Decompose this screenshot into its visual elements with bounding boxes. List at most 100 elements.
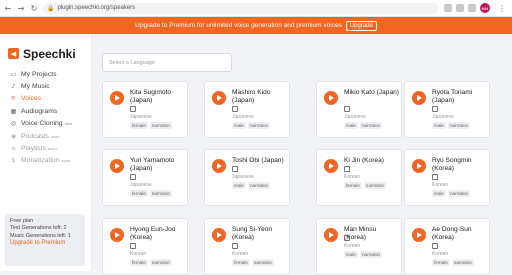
copy-icon[interactable] [432, 243, 438, 249]
play-button[interactable] [324, 228, 338, 242]
voice-language: Japanese [232, 174, 254, 180]
copy-icon[interactable] [232, 243, 238, 249]
play-button[interactable] [212, 228, 226, 242]
voice-tag: narration [149, 190, 172, 197]
voice-card[interactable]: Sung Si-Yeon (Korea) Korean female narratio… [204, 218, 290, 275]
upgrade-banner: Upgrade to Premium for unlimited voice g… [0, 17, 512, 34]
voice-card[interactable]: Kita Sugimoto (Japan) Japanese female narra… [102, 81, 188, 138]
address-bar[interactable]: 🔒 plugin.speechki.org/speakers [43, 2, 438, 14]
play-button[interactable] [110, 228, 124, 242]
play-button[interactable] [110, 159, 124, 173]
sidebar-item-audiograms[interactable]: ▦ Audiograms [0, 105, 91, 117]
sidebar-item-label: Audiograms [21, 107, 58, 115]
copy-icon[interactable] [344, 166, 350, 172]
voice-tags: male narration [432, 122, 471, 129]
voice-tags: female narration [130, 190, 172, 197]
lock-icon: 🔒 [47, 4, 55, 12]
voice-name: Ki Jin (Korea) [344, 157, 384, 164]
copy-icon[interactable] [432, 106, 438, 112]
voice-tag: narration [149, 259, 172, 266]
sidebar-item-label: My Music [21, 83, 50, 91]
copy-icon[interactable] [232, 166, 238, 172]
voice-language: Japanese [344, 114, 366, 120]
voice-language: Japanese [232, 114, 254, 120]
voice-tags: female narration [130, 259, 172, 266]
copy-icon[interactable] [344, 106, 350, 112]
main-content: Select a Language Kita Sugimoto (Japan) J… [92, 34, 512, 275]
folder-icon: ▭ [10, 70, 17, 78]
voice-card[interactable]: Hyong Eun-Joo (Korea) Korean female narrati… [102, 218, 188, 275]
sidebar-item-label: My Projects [21, 70, 57, 78]
banner-upgrade-button[interactable]: Upgrade [345, 20, 377, 31]
back-icon[interactable]: ← [3, 3, 13, 13]
extensions-icon[interactable] [468, 4, 476, 12]
music-generations-left: Music Generations left: 1 [10, 232, 71, 239]
voice-tags: female narration [344, 182, 386, 189]
share-icon[interactable] [444, 4, 452, 12]
sidebar-item-podcasts[interactable]: ◉ Podcasts soon [0, 130, 91, 142]
voice-card[interactable]: Mikio Kato (Japan) Japanese male narration [316, 81, 402, 138]
voice-card[interactable]: Ryota Toriami (Japan) Japanese male narrati… [404, 81, 490, 138]
sidebar-item-label: Podcasts [21, 132, 49, 140]
profile-avatar[interactable]: MM [480, 3, 490, 13]
copy-icon[interactable] [130, 106, 136, 112]
voice-name: Kita Sugimoto (Japan) [130, 89, 172, 104]
menu-icon[interactable]: ⋮ [497, 3, 507, 13]
play-button[interactable] [212, 91, 226, 105]
voice-language: Japanese [432, 114, 454, 120]
forward-icon[interactable]: → [16, 3, 26, 13]
copy-icon[interactable] [432, 174, 438, 180]
voice-tag: female [344, 182, 362, 189]
voices-icon: ⚟ [10, 95, 17, 103]
voice-card[interactable]: Mashiro Kido (Japan) Japanese male narratio… [204, 81, 290, 138]
sidebar-item-playlists[interactable]: ≡ Playlists soon [0, 142, 91, 154]
microphone-icon: ◎ [10, 120, 17, 128]
voice-tag: female [130, 122, 148, 129]
url-text: plugin.speechki.org/speakers [57, 5, 136, 11]
voice-card[interactable]: Ki Jin (Korea) Korean female narration [316, 149, 402, 206]
voice-language: Japanese [130, 182, 152, 188]
voice-name: Mashiro Kido (Japan) [232, 89, 271, 104]
bookmark-icon[interactable] [456, 4, 464, 12]
voice-tags: male narration [344, 251, 383, 258]
voice-card[interactable]: Man Minsu (Korea) Korean male narration [316, 218, 402, 275]
sidebar-item-label: Playlists [21, 145, 46, 153]
voice-tag: female [432, 259, 450, 266]
language-select[interactable]: Select a Language [102, 53, 232, 72]
upgrade-to-premium-link[interactable]: Upgrade to Premium [10, 240, 80, 247]
copy-icon[interactable] [130, 243, 136, 249]
sidebar-nav: ▭ My Projects ♪ My Music ⚟ Voices ▦ Audi… [0, 68, 91, 167]
sidebar-item-my-music[interactable]: ♪ My Music [0, 80, 91, 92]
sidebar-item-monetization[interactable]: $ Monetization soon [0, 155, 91, 167]
voice-name: Man Minsu (Korea) [344, 226, 377, 241]
voice-card[interactable]: Toshi Obi (Japan) Japanese male narration [204, 149, 290, 206]
voice-card[interactable]: Yuri Yamamoto (Japan) Japanese female narra… [102, 149, 188, 206]
voice-tag: female [130, 259, 148, 266]
play-button[interactable] [324, 91, 338, 105]
play-button[interactable] [324, 159, 338, 173]
voice-name: Ryu Songmin (Korea) [432, 157, 472, 172]
play-button[interactable] [412, 91, 426, 105]
browser-toolbar: ← → ↻ 🔒 plugin.speechki.org/speakers MM … [0, 0, 512, 17]
play-button[interactable] [412, 228, 426, 242]
voice-tags: male narration [232, 182, 271, 189]
sidebar-item-voices[interactable]: ⚟ Voices [0, 93, 91, 105]
voice-tag: narration [247, 182, 271, 189]
copy-icon[interactable] [344, 235, 350, 241]
sidebar-item-voice-cloning[interactable]: ◎ Voice Cloning beta [0, 118, 91, 130]
play-button[interactable] [412, 159, 426, 173]
voice-card[interactable]: Ae Dong-Sun (Korea) Korean female narration [404, 218, 490, 275]
voice-tags: female narration [130, 122, 172, 129]
voice-name: Ryota Toriami (Japan) [432, 89, 473, 104]
voice-tags: male narration [232, 122, 271, 129]
voice-card[interactable]: Ryu Songmin (Korea) Korean male narration [404, 149, 490, 206]
copy-icon[interactable] [232, 106, 238, 112]
brand[interactable]: ◀ Speechki [0, 34, 91, 64]
reload-icon[interactable]: ↻ [29, 3, 39, 13]
copy-icon[interactable] [130, 174, 136, 180]
play-button[interactable] [212, 159, 226, 173]
play-button[interactable] [110, 91, 124, 105]
sidebar-item-my-projects[interactable]: ▭ My Projects [0, 68, 91, 80]
text-generations-left: Text Generations left: 2 [10, 225, 67, 232]
sidebar-item-label: Monetization [21, 157, 60, 165]
